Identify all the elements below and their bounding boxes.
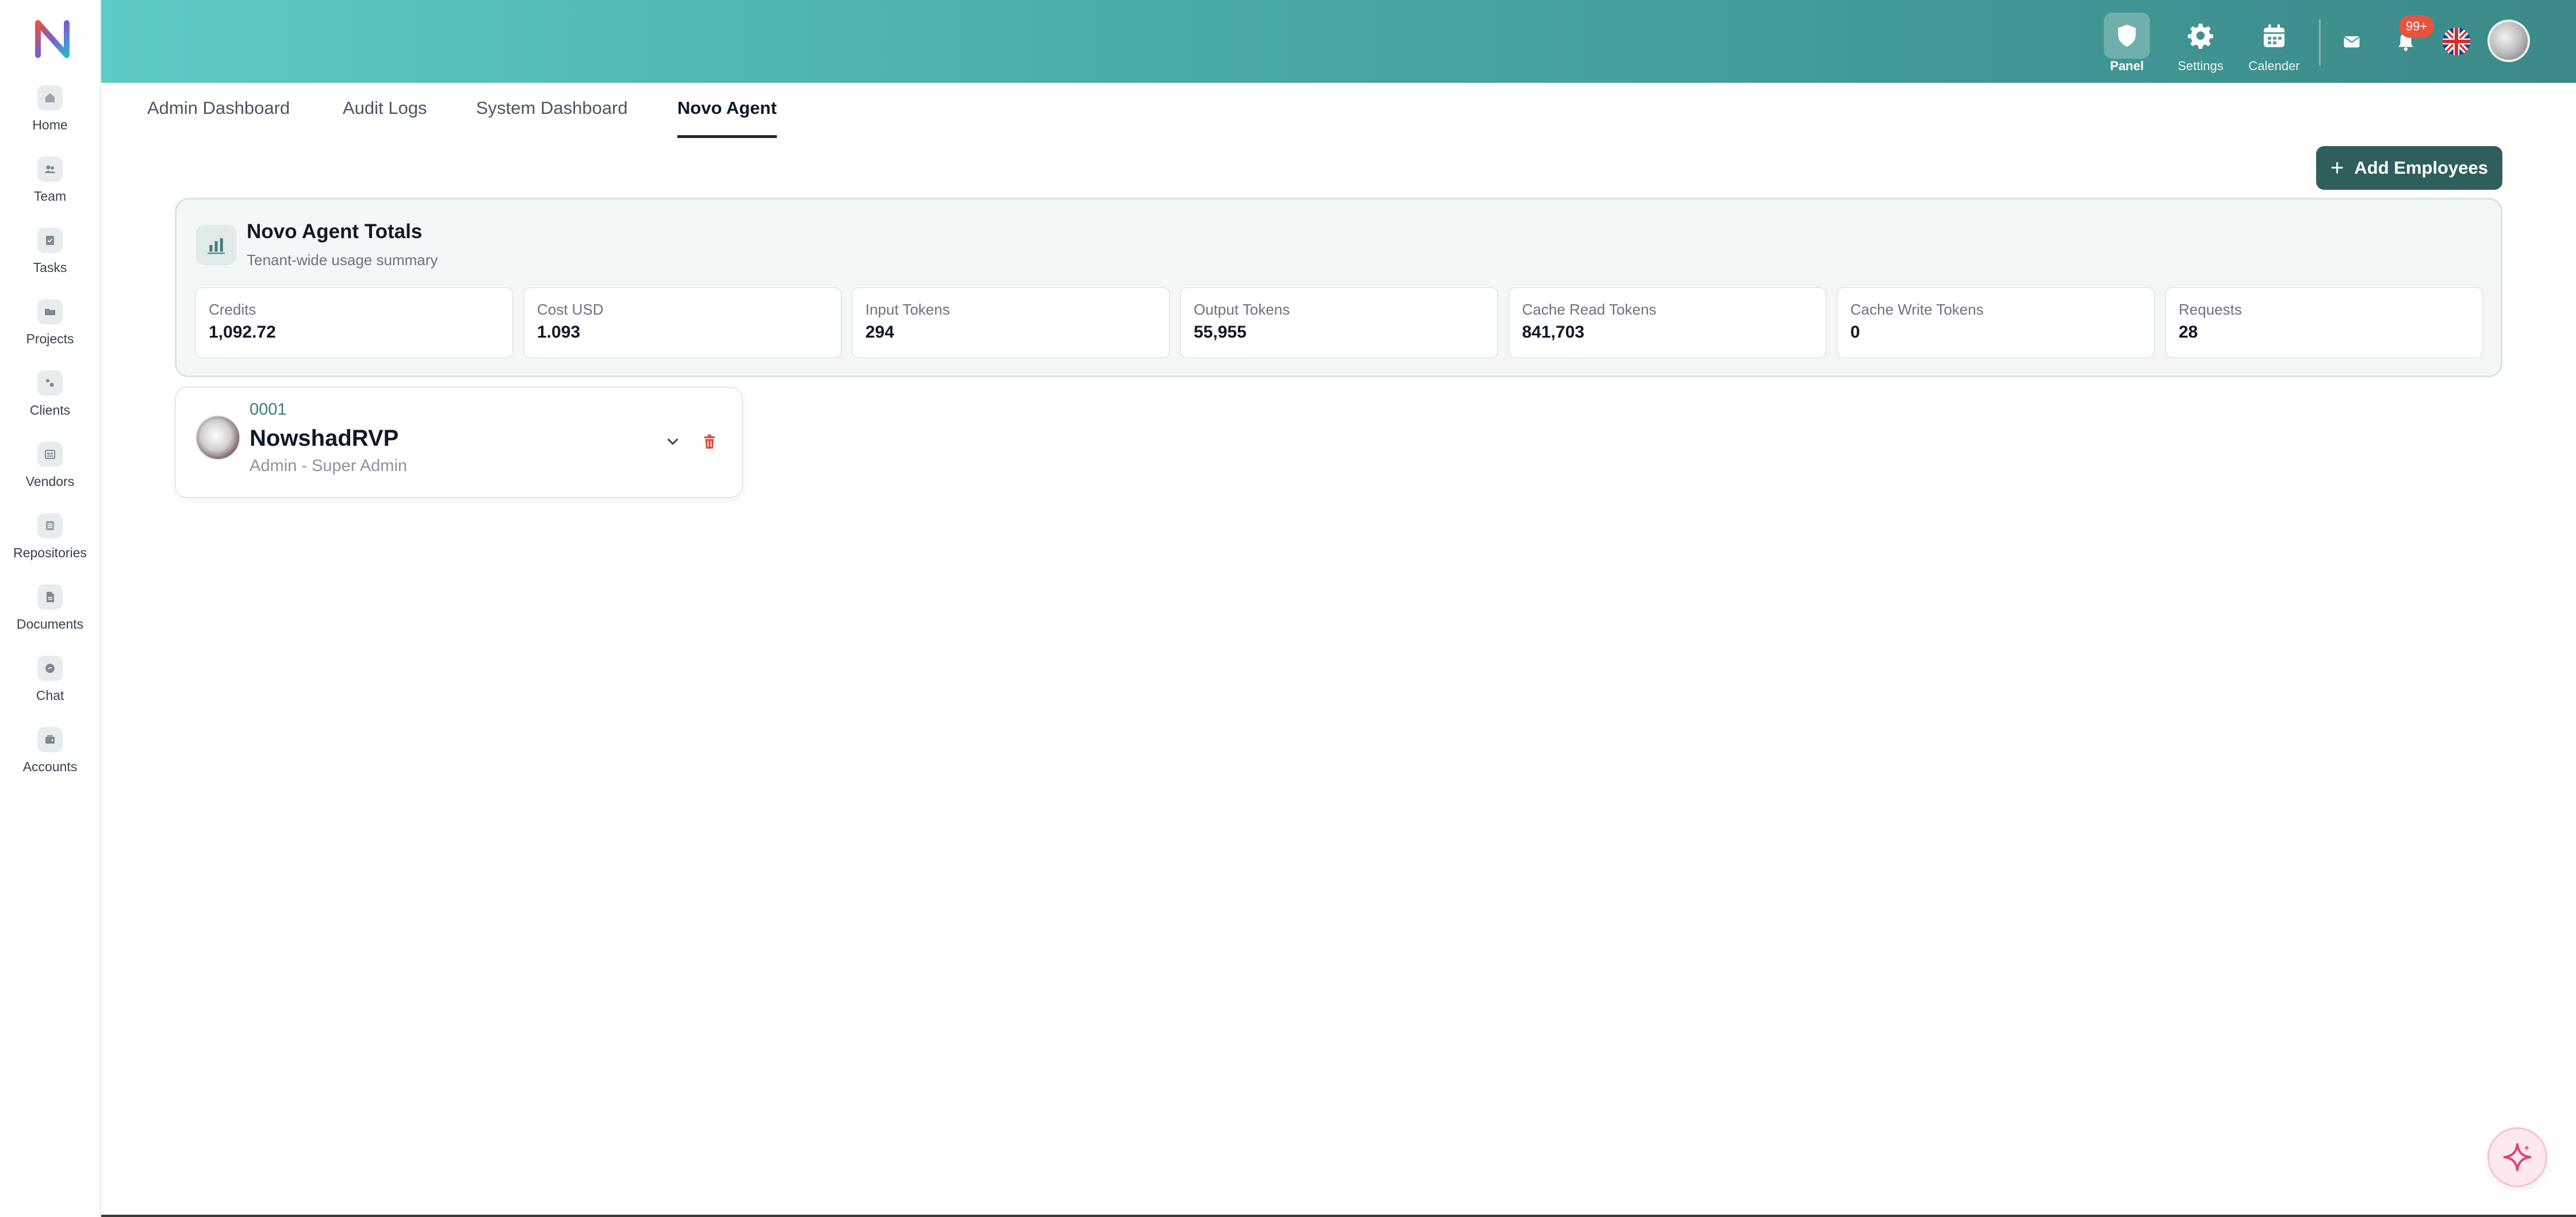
- sidebar-item-label: Tasks: [33, 260, 67, 275]
- stat-cache-write-tokens: Cache Write Tokens 0: [1837, 287, 2155, 358]
- sidebar-item-vendors[interactable]: Vendors: [0, 442, 100, 505]
- stat-label: Cache Read Tokens: [1522, 301, 1657, 318]
- header-panel-button[interactable]: Panel: [2095, 13, 2159, 76]
- header-button-label: Calender: [2248, 59, 2300, 73]
- ai-assistant-button[interactable]: [2487, 1127, 2547, 1187]
- tab-admin-dashboard[interactable]: Admin Dashboard: [147, 98, 290, 138]
- stat-label: Credits: [209, 301, 256, 318]
- sidebar-item-home[interactable]: Home: [0, 85, 100, 148]
- sparkle-icon: [2503, 1143, 2532, 1172]
- chevron-down-icon[interactable]: [660, 429, 685, 454]
- tab-novo-agent[interactable]: Novo Agent: [677, 98, 777, 138]
- stat-label: Requests: [2179, 301, 2242, 318]
- chat-icon: [37, 656, 63, 681]
- wallet-icon: [37, 727, 63, 752]
- bar-chart-icon: [196, 225, 236, 265]
- novo-logo[interactable]: [30, 16, 76, 62]
- stat-credits: Credits 1,092.72: [195, 287, 513, 358]
- sidebar-item-accounts[interactable]: Accounts: [0, 727, 100, 790]
- team-icon: [37, 156, 63, 182]
- sidebar-item-chat[interactable]: Chat: [0, 656, 100, 719]
- vendors-icon: [37, 442, 63, 467]
- sidebar-item-documents[interactable]: Documents: [0, 584, 100, 648]
- sidebar: Home Team Tasks Projects Clients Vendors: [0, 0, 101, 1217]
- sidebar-item-label: Chat: [36, 688, 64, 703]
- employee-avatar: [195, 415, 240, 460]
- sidebar-item-label: Clients: [29, 403, 71, 418]
- shield-icon: [2104, 13, 2150, 59]
- stat-input-tokens: Input Tokens 294: [852, 287, 1170, 358]
- stat-cost-usd: Cost USD 1.093: [523, 287, 842, 358]
- novo-agent-totals-card: Novo Agent Totals Tenant-wide usage summ…: [175, 198, 2502, 377]
- stat-value: 1.093: [537, 323, 581, 342]
- user-avatar[interactable]: [2487, 20, 2530, 62]
- gear-icon: [2178, 13, 2224, 59]
- stat-output-tokens: Output Tokens 55,955: [1180, 287, 1498, 358]
- clients-icon: [37, 370, 63, 396]
- employee-name: NowshadRVP: [250, 426, 399, 451]
- employee-code: 0001: [250, 400, 287, 419]
- header-calendar-button[interactable]: Calender: [2242, 13, 2306, 76]
- header-button-label: Panel: [2110, 59, 2144, 73]
- plus-icon: +: [2330, 155, 2344, 181]
- stat-value: 28: [2179, 323, 2198, 342]
- header-divider: [2319, 20, 2321, 66]
- stat-label: Cost USD: [537, 301, 604, 318]
- sidebar-item-label: Repositories: [13, 545, 87, 560]
- sidebar-item-label: Team: [33, 189, 67, 204]
- stat-label: Input Tokens: [865, 301, 950, 318]
- trash-icon[interactable]: [697, 429, 722, 454]
- totals-subtitle: Tenant-wide usage summary: [247, 251, 438, 269]
- stat-requests: Requests 28: [2165, 287, 2483, 358]
- header-settings-button[interactable]: Settings: [2169, 13, 2232, 76]
- sidebar-item-repositories[interactable]: Repositories: [0, 513, 100, 576]
- stat-value: 841,703: [1522, 323, 1585, 342]
- add-employees-button[interactable]: + Add Employees: [2316, 146, 2502, 190]
- stat-cache-read-tokens: Cache Read Tokens 841,703: [1508, 287, 1827, 358]
- sidebar-item-label: Accounts: [22, 759, 78, 774]
- tasks-icon: [37, 228, 63, 253]
- mail-icon[interactable]: [2336, 25, 2368, 58]
- stat-value: 55,955: [1194, 323, 1247, 342]
- sidebar-item-label: Vendors: [25, 474, 75, 489]
- home-icon: [37, 85, 63, 110]
- notification-badge: 99+: [2399, 15, 2435, 38]
- repositories-icon: [37, 513, 63, 538]
- bottom-edge: [101, 1215, 2576, 1217]
- header-button-label: Settings: [2178, 59, 2224, 73]
- sidebar-item-projects[interactable]: Projects: [0, 299, 100, 362]
- folder-icon: [37, 299, 63, 324]
- employee-role: Admin - Super Admin: [250, 457, 408, 475]
- uk-flag-icon[interactable]: [2440, 25, 2472, 58]
- stat-value: 294: [865, 323, 895, 342]
- sidebar-item-label: Projects: [26, 331, 74, 346]
- sidebar-item-clients[interactable]: Clients: [0, 370, 100, 434]
- employee-card: 0001 NowshadRVP Admin - Super Admin: [175, 386, 743, 498]
- add-employees-label: Add Employees: [2354, 158, 2488, 178]
- sidebar-item-label: Home: [32, 117, 68, 132]
- sidebar-item-team[interactable]: Team: [0, 156, 100, 220]
- sidebar-item-label: Documents: [16, 617, 84, 632]
- sidebar-item-tasks[interactable]: Tasks: [0, 228, 100, 291]
- totals-title: Novo Agent Totals: [247, 220, 423, 243]
- calendar-icon: [2251, 13, 2297, 59]
- tab-system-dashboard[interactable]: System Dashboard: [476, 98, 628, 138]
- stat-label: Cache Write Tokens: [1850, 301, 1984, 318]
- document-icon: [37, 584, 63, 610]
- stat-label: Output Tokens: [1194, 301, 1290, 318]
- stat-value: 0: [1850, 323, 1860, 342]
- tab-audit-logs[interactable]: Audit Logs: [343, 98, 427, 138]
- stat-value: 1,092.72: [209, 323, 276, 342]
